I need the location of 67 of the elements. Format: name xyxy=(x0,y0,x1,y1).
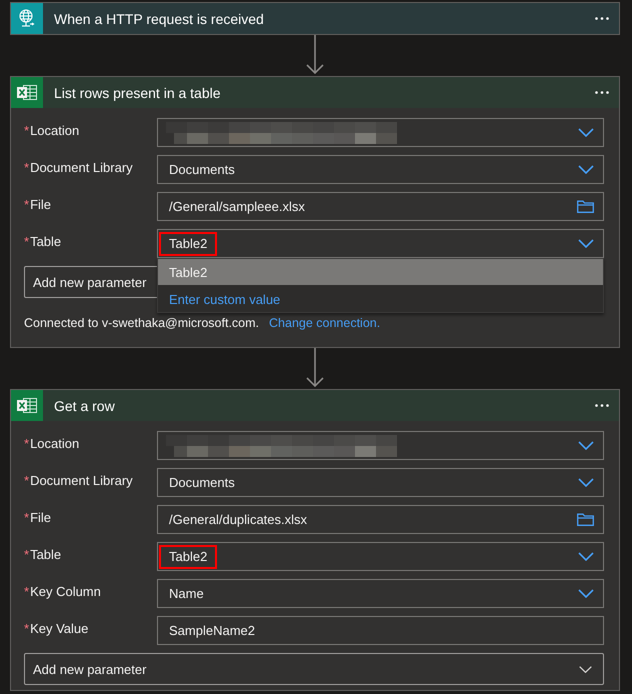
card-header[interactable]: When a HTTP request is received xyxy=(11,3,619,34)
dropdown-field[interactable]: Documents xyxy=(157,468,604,497)
field-value: /General/duplicates.xlsx xyxy=(168,510,308,529)
dropdown-field[interactable]: Documents xyxy=(157,155,604,184)
field-value: Name xyxy=(168,584,205,602)
chevron-down-icon xyxy=(578,552,594,561)
required-mark: * xyxy=(24,584,30,601)
required-mark: * xyxy=(24,547,30,564)
dropdown-option[interactable]: Table2 xyxy=(158,259,603,285)
text-field[interactable]: SampleName2 xyxy=(157,616,604,645)
required-mark: * xyxy=(24,473,30,490)
change-connection-link[interactable]: Change connection. xyxy=(269,315,380,331)
required-mark: * xyxy=(24,621,30,638)
card-title: Get a row xyxy=(54,398,116,414)
dropdown-field[interactable]: Table2 xyxy=(157,229,604,258)
field-label: Table xyxy=(30,234,62,251)
dropdown-field[interactable]: Table2 xyxy=(157,542,604,571)
field-label: Location xyxy=(30,123,80,140)
spreadsheet-icon xyxy=(11,77,43,108)
field-label: Document Library xyxy=(30,473,133,490)
field-value: Table2 xyxy=(159,544,218,568)
required-mark: * xyxy=(24,197,30,214)
chevron-down-icon xyxy=(578,441,594,450)
field-label: File xyxy=(30,510,52,527)
card-title: When a HTTP request is received xyxy=(54,10,265,26)
chevron-down-icon xyxy=(579,666,592,672)
field-value: Documents xyxy=(168,474,236,492)
more-icon xyxy=(595,17,609,20)
chevron-down-icon xyxy=(578,239,594,248)
connector-arrow xyxy=(305,348,325,388)
globe-icon xyxy=(11,3,43,34)
required-mark: * xyxy=(24,234,30,251)
folder-icon xyxy=(577,200,594,213)
required-mark: * xyxy=(24,510,30,527)
field-value: Documents xyxy=(168,160,236,178)
card-title: List rows present in a table xyxy=(54,84,222,100)
field-label: Table xyxy=(30,547,62,564)
dropdown-field[interactable]: Name xyxy=(157,579,604,608)
dropdown-field[interactable] xyxy=(157,118,604,147)
folder-icon xyxy=(577,513,594,526)
required-mark: * xyxy=(24,160,30,177)
file-picker-field[interactable]: /General/duplicates.xlsx xyxy=(157,505,604,534)
spreadsheet-icon xyxy=(11,390,43,421)
field-label: Key Value xyxy=(30,621,88,638)
required-mark: * xyxy=(24,123,30,140)
chevron-down-icon xyxy=(578,589,594,598)
required-mark: * xyxy=(24,436,30,453)
more-icon xyxy=(595,404,609,407)
field-label: Key Column xyxy=(30,584,101,601)
dropdown-field[interactable] xyxy=(157,431,604,460)
connector-arrow xyxy=(305,35,325,75)
chevron-down-icon xyxy=(578,165,594,174)
custom-value-option[interactable]: Enter custom value xyxy=(158,286,603,312)
field-label: Document Library xyxy=(30,160,133,177)
field-value: Table2 xyxy=(159,232,218,256)
field-value: /General/sampleee.xlsx xyxy=(168,198,306,216)
card-header[interactable]: List rows present in a table xyxy=(11,77,619,108)
field-label: File xyxy=(30,197,52,214)
file-picker-field[interactable]: /General/sampleee.xlsx xyxy=(157,192,604,221)
chevron-down-icon xyxy=(578,478,594,487)
card-header[interactable]: Get a row xyxy=(11,390,619,421)
connection-text: Connected to v-swethaka@microsoft.com. xyxy=(24,315,260,331)
field-label: Location xyxy=(30,436,80,453)
field-value: SampleName2 xyxy=(168,622,256,640)
add-parameter-dropdown[interactable]: Add new parameter xyxy=(24,653,604,685)
chevron-down-icon xyxy=(578,128,594,137)
more-icon xyxy=(595,91,609,94)
